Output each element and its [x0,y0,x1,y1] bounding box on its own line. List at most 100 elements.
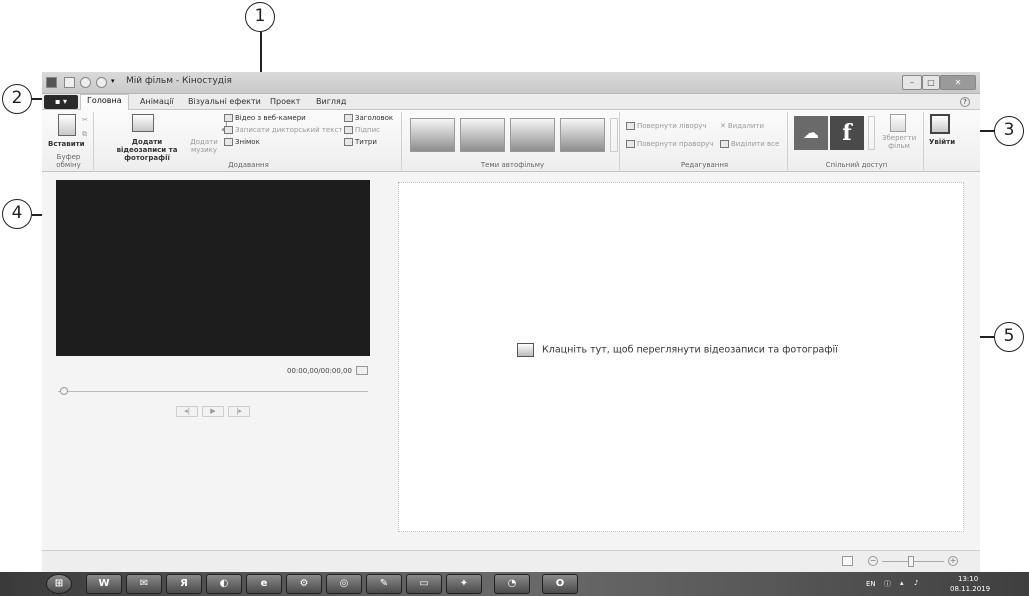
help-icon[interactable]: ? [960,97,970,107]
taskbar-acrobat-icon[interactable]: ✦ [446,574,482,594]
callout-3: 3 [994,116,1024,146]
theme-4[interactable] [560,118,605,152]
taskbar-opera-icon[interactable]: O [542,574,578,594]
caption-button[interactable]: Підпис [344,126,380,134]
group-share: ☁ f Зберегти фільм Спільний доступ [790,112,924,170]
select-all-button[interactable]: Виділити все [720,140,779,148]
caption-icon [344,126,353,134]
close-button[interactable]: ✕ [940,75,976,90]
group-label: Буфер обміну [56,153,81,169]
next-frame-button[interactable]: |▸ [228,406,250,417]
tab-visual-effects[interactable]: Візуальні ефекти [182,96,267,107]
credits-button[interactable]: Титри [344,138,377,146]
add-media-icon [517,343,534,357]
cut-icon[interactable]: ✂ [82,116,88,124]
group-clipboard: Вставити ✂ ⧉ Буфер обміну [44,112,94,170]
title-label: Заголовок [355,114,394,122]
save-movie-button[interactable]: Зберегти фільм [882,134,916,150]
network-icon[interactable]: ▴ [900,579,904,587]
seek-thumb[interactable] [60,387,68,395]
taskbar-explorer-icon[interactable]: ▭ [406,574,442,594]
add-videos-button[interactable]: Додати відеозаписи та фотографії [108,138,186,162]
ribbon-tabs: ▪ ▾ Головна Анімації Візуальні ефекти Пр… [42,94,980,110]
app-icon [46,77,57,88]
video-preview[interactable] [56,180,370,356]
play-button[interactable]: ▶ [202,406,224,417]
tab-home[interactable]: Головна [80,94,129,110]
group-label: Додавання [228,161,269,169]
sign-in-button[interactable]: Увійти [929,138,955,146]
rotate-right-button[interactable]: Повернути праворуч [626,140,713,148]
help-tray-icon[interactable]: ⓘ [884,579,891,589]
theme-2[interactable] [460,118,505,152]
fullscreen-button[interactable] [356,366,368,375]
zoom-slider-thumb[interactable] [908,556,914,567]
narration-button[interactable]: Записати дикторський текст [224,126,342,134]
taskbar-word[interactable]: W [86,574,122,594]
rotate-right-label: Повернути праворуч [637,140,714,148]
clock-time[interactable]: 13:10 [958,575,978,583]
tab-animations[interactable]: Анімації [134,96,180,107]
themes-scroll-icon[interactable] [610,118,618,152]
caption-label: Підпис [355,126,381,134]
seek-bar[interactable] [58,391,368,392]
theme-3[interactable] [510,118,555,152]
tab-project[interactable]: Проект [264,96,306,107]
theme-1[interactable] [410,118,455,152]
taskbar-chrome-icon[interactable]: ◎ [326,574,362,594]
minimize-button[interactable]: – [902,75,922,90]
zoom-out-icon[interactable]: − [868,556,878,566]
callout-1-line [260,32,262,77]
title-button[interactable]: Заголовок [344,114,393,122]
taskbar-ie[interactable]: e [246,574,282,594]
start-button[interactable]: ⊞ [46,574,72,594]
group-label: Спільний доступ [825,161,888,169]
paste-icon[interactable] [58,114,76,136]
snapshot-icon [224,138,233,146]
save-icon[interactable] [64,77,75,88]
undo-icon[interactable] [80,77,91,88]
clock-date[interactable]: 08.11.2019 [950,585,990,593]
add-videos-icon[interactable] [132,114,154,132]
taskbar-mail-icon[interactable]: ✉ [126,574,162,594]
snapshot-button[interactable]: Знімок [224,138,260,146]
storyboard-hint[interactable]: Клацніть тут, щоб переглянути відеозапис… [517,343,838,357]
volume-icon[interactable]: ♪ [914,579,918,587]
redo-icon[interactable] [96,77,107,88]
window-title: Мій фільм - Кіностудія [126,76,232,86]
taskbar-settings-icon[interactable]: ⚙ [286,574,322,594]
storyboard-pane[interactable]: Клацніть тут, щоб переглянути відеозапис… [398,182,964,532]
qat-dropdown-icon[interactable]: ▾ [111,77,118,88]
ribbon: Вставити ✂ ⧉ Буфер обміну Додати відеоза… [42,110,980,172]
file-menu-button[interactable]: ▪ ▾ [44,95,78,109]
taskbar-app-icon[interactable]: ◔ [494,574,530,594]
callout-2: 2 [2,84,32,114]
save-movie-icon[interactable] [890,114,906,132]
taskbar-app-icon[interactable]: ◐ [206,574,242,594]
copy-icon[interactable]: ⧉ [82,130,87,139]
storyboard-hint-text: Клацніть тут, щоб переглянути відеозапис… [542,344,838,356]
taskbar-yandex[interactable]: Я [166,574,202,594]
rotate-left-icon [626,122,635,130]
remove-button[interactable]: ✕ Видалити [720,122,764,130]
previous-frame-button[interactable]: ◂| [176,406,198,417]
add-music-button[interactable]: Додати музику [188,138,220,154]
webcam-button[interactable]: Відео з веб-камери [224,114,306,122]
facebook-icon[interactable]: f [830,116,864,150]
taskbar-paint-icon[interactable]: ✎ [366,574,402,594]
share-scroll-icon[interactable] [868,116,875,150]
maximize-button[interactable]: □ [922,75,940,90]
language-indicator[interactable]: EN [866,580,876,588]
webcam-label: Відео з веб-камери [235,114,306,122]
movie-maker-window: ▾ Мій фільм - Кіностудія – □ ✕ ▪ ▾ Голов… [42,72,980,572]
zoom-in-icon[interactable]: + [948,556,958,566]
select-all-label: Виділити все [731,140,780,148]
sign-in-icon[interactable] [930,114,950,134]
tab-view[interactable]: Вигляд [310,96,352,107]
paste-button[interactable]: Вставити [48,140,85,148]
timecode: 00:00,00/00:00,00 [287,367,352,375]
thumbnail-size-icon[interactable] [842,556,853,566]
rotate-left-button[interactable]: Повернути ліворуч [626,122,707,130]
onedrive-icon[interactable]: ☁ [794,116,828,150]
remove-label: Видалити [727,122,765,130]
